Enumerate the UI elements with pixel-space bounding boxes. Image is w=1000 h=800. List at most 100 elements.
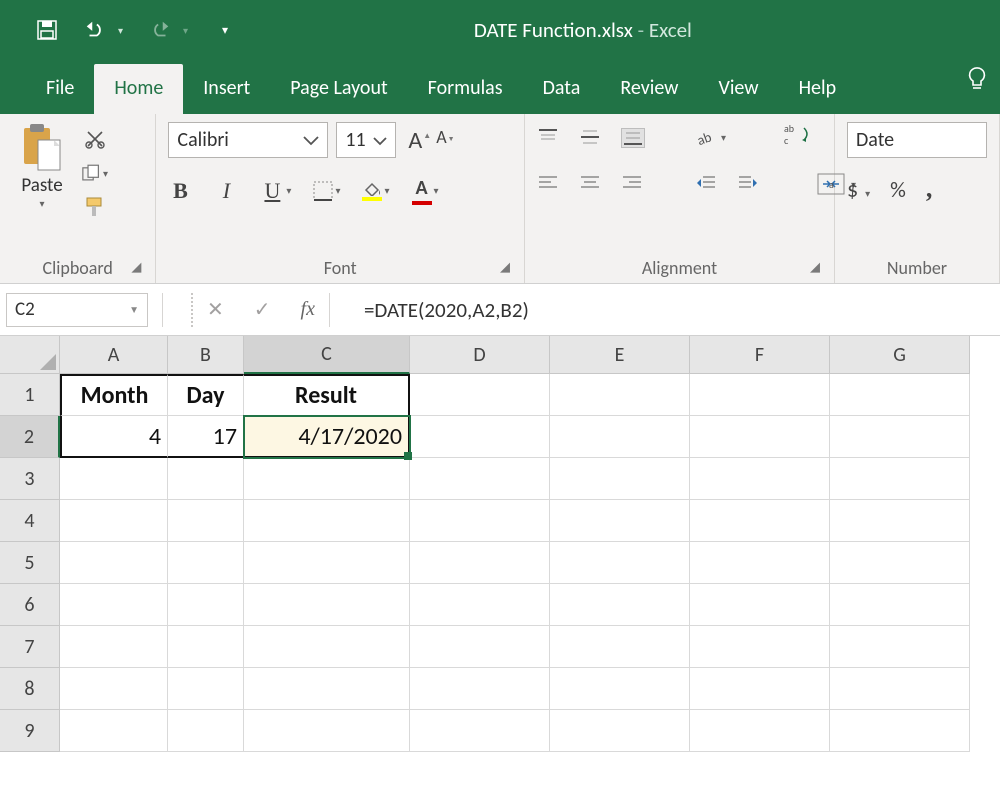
copy-icon[interactable]: ▾: [82, 162, 108, 184]
cell-C7[interactable]: [244, 626, 410, 668]
paste-button[interactable]: Paste ▾: [12, 122, 72, 210]
cell-E2[interactable]: [550, 416, 690, 458]
cell-D5[interactable]: [410, 542, 550, 584]
cell-F8[interactable]: [690, 668, 830, 710]
cell-D1[interactable]: [410, 374, 550, 416]
decrease-indent-icon[interactable]: [695, 174, 719, 194]
cell-C2[interactable]: 4/17/2020: [244, 416, 410, 458]
decrease-font-icon[interactable]: A: [436, 126, 453, 155]
cell-B5[interactable]: [168, 542, 244, 584]
cell-C3[interactable]: [244, 458, 410, 500]
cell-A7[interactable]: [60, 626, 168, 668]
align-top-icon[interactable]: [537, 128, 561, 148]
cell-F6[interactable]: [690, 584, 830, 626]
cell-E8[interactable]: [550, 668, 690, 710]
tab-insert[interactable]: Insert: [183, 64, 270, 114]
cell-E7[interactable]: [550, 626, 690, 668]
chevron-down-icon[interactable]: [373, 128, 387, 152]
cell-A9[interactable]: [60, 710, 168, 752]
undo-icon[interactable]: [84, 19, 106, 41]
undo-dropdown-icon[interactable]: ▾: [118, 24, 123, 37]
cell-E9[interactable]: [550, 710, 690, 752]
tab-data[interactable]: Data: [523, 64, 601, 114]
col-header-E[interactable]: E: [550, 336, 690, 374]
namebox-dropdown-icon[interactable]: ▼: [129, 303, 139, 316]
cell-B4[interactable]: [168, 500, 244, 542]
cell-D6[interactable]: [410, 584, 550, 626]
cell-F3[interactable]: [690, 458, 830, 500]
number-format-combo[interactable]: Date: [847, 122, 987, 158]
cell-A8[interactable]: [60, 668, 168, 710]
cell-B9[interactable]: [168, 710, 244, 752]
cell-A1[interactable]: Month: [60, 374, 168, 416]
cell-E3[interactable]: [550, 458, 690, 500]
chevron-down-icon[interactable]: [303, 128, 319, 152]
row-header-1[interactable]: 1: [0, 374, 60, 416]
name-box[interactable]: C2▼: [6, 293, 148, 327]
cell-C5[interactable]: [244, 542, 410, 584]
cell-B3[interactable]: [168, 458, 244, 500]
tab-home[interactable]: Home: [94, 64, 183, 114]
cell-C4[interactable]: [244, 500, 410, 542]
cut-icon[interactable]: [82, 128, 108, 150]
formula-input[interactable]: =DATE(2020,A2,B2): [344, 297, 1000, 323]
cell-G4[interactable]: [830, 500, 970, 542]
row-header-7[interactable]: 7: [0, 626, 60, 668]
paste-dropdown-icon[interactable]: ▾: [39, 197, 44, 210]
cell-G5[interactable]: [830, 542, 970, 584]
align-right-icon[interactable]: [621, 174, 645, 194]
italic-button[interactable]: I: [214, 178, 238, 204]
cell-E5[interactable]: [550, 542, 690, 584]
cell-D2[interactable]: [410, 416, 550, 458]
cell-B1[interactable]: Day: [168, 374, 244, 416]
align-left-icon[interactable]: [537, 174, 561, 194]
border-button[interactable]: ▾: [313, 181, 340, 201]
increase-font-icon[interactable]: A: [408, 126, 430, 155]
cell-E6[interactable]: [550, 584, 690, 626]
font-dialog-launcher-icon[interactable]: ◢: [500, 260, 510, 275]
cell-G9[interactable]: [830, 710, 970, 752]
col-header-A[interactable]: A: [60, 336, 168, 374]
cell-E4[interactable]: [550, 500, 690, 542]
col-header-G[interactable]: G: [830, 336, 970, 374]
cell-A2[interactable]: 4: [60, 416, 168, 458]
row-header-9[interactable]: 9: [0, 710, 60, 752]
cell-F2[interactable]: [690, 416, 830, 458]
row-header-4[interactable]: 4: [0, 500, 60, 542]
cell-A5[interactable]: [60, 542, 168, 584]
row-header-6[interactable]: 6: [0, 584, 60, 626]
spreadsheet-grid[interactable]: A B C D E F G 1 Month Day Result 2 4 17 …: [0, 336, 1000, 752]
col-header-F[interactable]: F: [690, 336, 830, 374]
cell-B7[interactable]: [168, 626, 244, 668]
tab-view[interactable]: View: [698, 64, 778, 114]
row-header-8[interactable]: 8: [0, 668, 60, 710]
cell-G3[interactable]: [830, 458, 970, 500]
cell-C8[interactable]: [244, 668, 410, 710]
col-header-D[interactable]: D: [410, 336, 550, 374]
row-header-2[interactable]: 2: [0, 416, 60, 458]
tab-file[interactable]: File: [26, 64, 94, 114]
cell-E1[interactable]: [550, 374, 690, 416]
orientation-button[interactable]: ab▾: [695, 128, 726, 148]
cell-B2[interactable]: 17: [168, 416, 244, 458]
cell-F9[interactable]: [690, 710, 830, 752]
percent-button[interactable]: %: [890, 176, 906, 203]
underline-button[interactable]: U: [260, 178, 284, 204]
cell-A4[interactable]: [60, 500, 168, 542]
cell-D3[interactable]: [410, 458, 550, 500]
align-bottom-icon[interactable]: [621, 128, 645, 148]
cell-C1[interactable]: Result: [244, 374, 410, 416]
font-name-combo[interactable]: Calibri: [168, 122, 328, 158]
cell-D4[interactable]: [410, 500, 550, 542]
cell-G7[interactable]: [830, 626, 970, 668]
increase-indent-icon[interactable]: [737, 174, 761, 194]
cell-G6[interactable]: [830, 584, 970, 626]
row-header-5[interactable]: 5: [0, 542, 60, 584]
border-dropdown-icon[interactable]: ▾: [335, 184, 340, 197]
fill-dropdown-icon[interactable]: ▾: [384, 184, 389, 197]
cell-F1[interactable]: [690, 374, 830, 416]
select-all-corner[interactable]: [0, 336, 60, 374]
cell-F5[interactable]: [690, 542, 830, 584]
tab-review[interactable]: Review: [600, 64, 698, 114]
alignment-dialog-launcher-icon[interactable]: ◢: [810, 260, 820, 275]
